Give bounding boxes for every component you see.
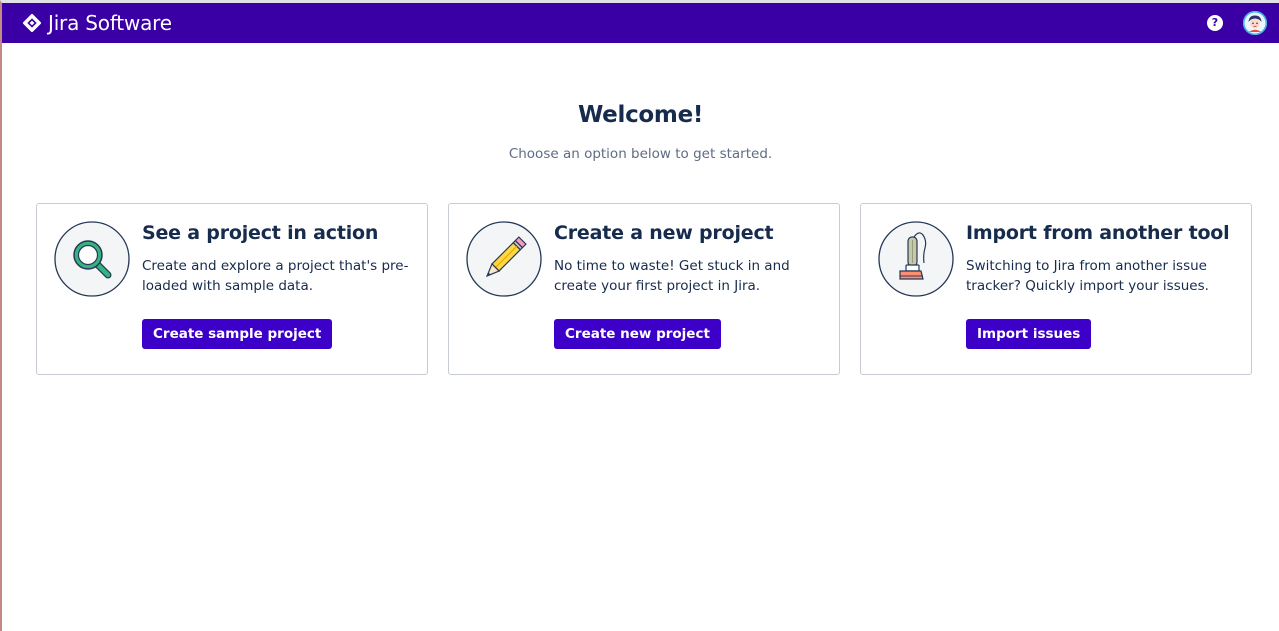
brand-logo[interactable]: Jira Software xyxy=(21,3,172,43)
create-sample-project-button[interactable]: Create sample project xyxy=(142,319,333,349)
top-navigation-bar: Jira Software ? xyxy=(2,3,1279,43)
create-new-project-button[interactable]: Create new project xyxy=(554,319,721,349)
card-title: Create a new project xyxy=(554,222,774,244)
jira-diamond-icon xyxy=(21,12,43,34)
help-button[interactable]: ? xyxy=(1207,15,1223,31)
card-title: See a project in action xyxy=(142,222,379,244)
page-title: Welcome! xyxy=(577,102,704,128)
card-new-project: Create a new project No time to waste! G… xyxy=(448,203,840,375)
magnifying-glass-icon xyxy=(54,221,130,297)
option-cards: See a project in action Create and explo… xyxy=(36,203,1252,375)
pencil-icon xyxy=(466,221,542,297)
brand-name: Jira Software xyxy=(48,11,172,35)
user-avatar-icon xyxy=(1243,11,1267,35)
import-issues-button[interactable]: Import issues xyxy=(966,319,1092,349)
card-sample-project: See a project in action Create and explo… xyxy=(36,203,428,375)
vacuum-cleaner-icon xyxy=(878,221,954,297)
page-subtitle: Choose an option below to get started. xyxy=(508,146,773,162)
card-content: See a project in action Create and explo… xyxy=(142,221,422,296)
card-description: No time to waste! Get stuck in and creat… xyxy=(554,258,790,294)
card-import: Import from another tool Switching to Ji… xyxy=(860,203,1252,375)
card-description: Create and explore a project that's pre-… xyxy=(142,258,409,294)
header-actions: ? xyxy=(1207,3,1267,43)
question-circle-icon: ? xyxy=(1211,16,1219,29)
card-description: Switching to Jira from another issue tra… xyxy=(966,258,1209,294)
card-content: Import from another tool Switching to Ji… xyxy=(966,221,1246,296)
card-title: Import from another tool xyxy=(966,222,1230,244)
card-content: Create a new project No time to waste! G… xyxy=(554,221,834,296)
user-avatar-button[interactable] xyxy=(1243,11,1267,35)
app-window: Jira Software ? Welcome! Choose an optio… xyxy=(0,0,1279,631)
